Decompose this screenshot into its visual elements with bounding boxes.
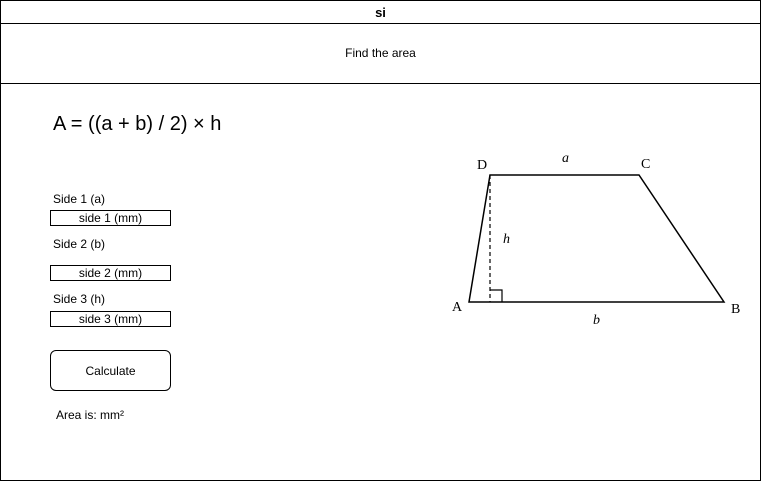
vertex-a-label: A bbox=[452, 300, 463, 315]
vertex-d-label: D bbox=[477, 158, 487, 173]
result-text: Area is: mm² bbox=[56, 408, 125, 422]
side2-label: Side 2 (b) bbox=[53, 237, 106, 251]
side-b-label: b bbox=[593, 313, 600, 328]
side3-label: Side 3 (h) bbox=[53, 292, 106, 306]
height-label: h bbox=[503, 232, 510, 247]
side1-label: Side 1 (a) bbox=[53, 192, 106, 206]
window-title: si bbox=[1, 1, 760, 24]
side1-input[interactable] bbox=[50, 210, 171, 226]
trapezoid-diagram: A B C D a b h bbox=[452, 151, 740, 328]
side2-input[interactable] bbox=[50, 265, 171, 281]
vertex-c-label: C bbox=[641, 157, 650, 172]
calculate-button[interactable]: Calculate bbox=[50, 350, 171, 391]
vertex-b-label: B bbox=[731, 302, 740, 317]
side-a-label: a bbox=[562, 151, 569, 166]
instruction-text: Find the area bbox=[1, 24, 760, 84]
area-formula: A = ((a + b) / 2) × h bbox=[53, 113, 222, 135]
side3-input[interactable] bbox=[50, 311, 171, 327]
right-angle-marker bbox=[490, 289, 503, 302]
